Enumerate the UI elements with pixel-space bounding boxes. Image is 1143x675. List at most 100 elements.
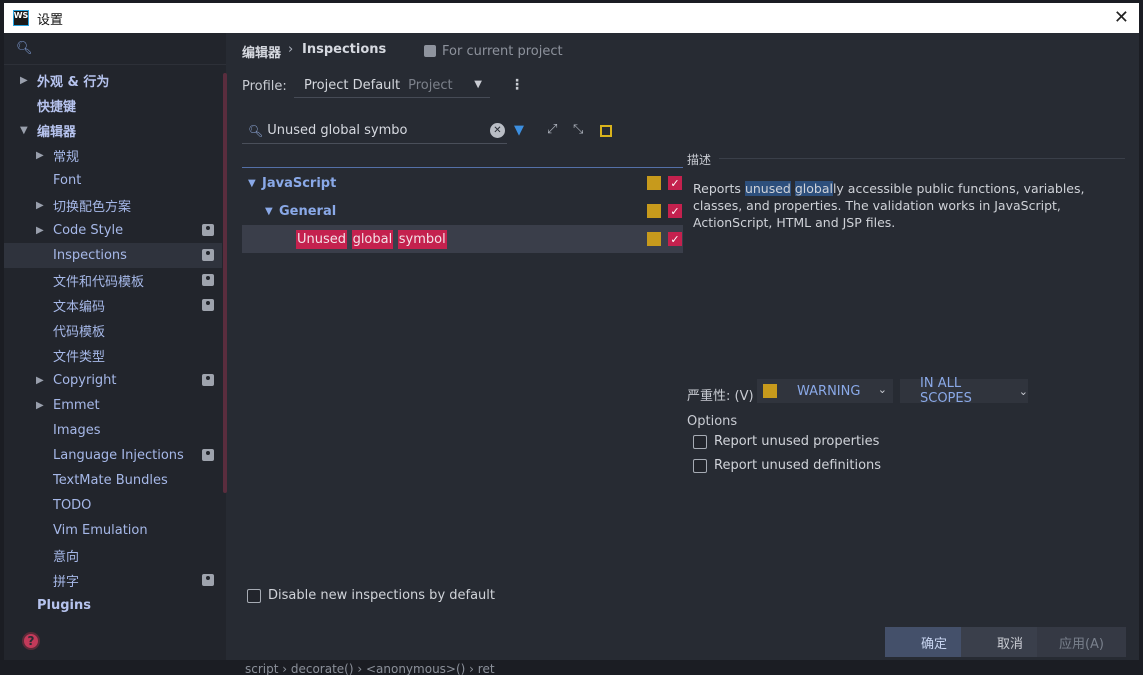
sidebar-item[interactable]: ▶ 切换配色方案 bbox=[4, 193, 222, 218]
chevron-right-icon[interactable]: ▶ bbox=[20, 75, 28, 86]
chevron-right-icon[interactable]: ▶ bbox=[36, 225, 44, 236]
project-scope-icon bbox=[202, 299, 214, 311]
checkbox-label: Disable new inspections by default bbox=[268, 588, 496, 603]
search-icon: 🔍︎ bbox=[248, 123, 264, 138]
sidebar-item[interactable]: Font bbox=[4, 168, 222, 193]
severity-scope-value: IN ALL SCOPES bbox=[920, 376, 972, 406]
sidebar-search[interactable]: 🔍︎ bbox=[4, 33, 226, 65]
checkbox-label: Report unused definitions bbox=[714, 458, 882, 473]
more-options-icon[interactable]: ⋮ bbox=[510, 77, 524, 93]
tree-divider bbox=[242, 167, 683, 168]
chevron-down-icon: ⌄ bbox=[877, 383, 887, 396]
sidebar-item[interactable]: Inspections bbox=[4, 243, 222, 268]
options-title: Options bbox=[687, 414, 738, 429]
description-highlight: unused bbox=[744, 181, 791, 196]
report-unused-properties-checkbox[interactable]: Report unused properties bbox=[693, 434, 879, 449]
enabled-checkbox[interactable]: ✓ bbox=[668, 176, 682, 190]
chevron-down-icon[interactable]: ▼ bbox=[265, 206, 273, 217]
project-scope-icon bbox=[202, 374, 214, 386]
filter-icon[interactable]: ▼ bbox=[514, 123, 524, 138]
sidebar-item-label: 快捷键 bbox=[37, 100, 77, 115]
breadcrumb-parent[interactable]: 编辑器 bbox=[242, 42, 281, 61]
close-icon[interactable]: ✕ bbox=[1114, 7, 1129, 28]
sidebar-item[interactable]: ▶ 外观 & 行为 bbox=[4, 68, 222, 93]
tree-row-unused-global-symbol[interactable]: Unused global symbol ✓ bbox=[242, 225, 683, 253]
sidebar-item[interactable]: TextMate Bundles bbox=[4, 468, 222, 493]
sidebar-item-label: Vim Emulation bbox=[53, 523, 148, 538]
sidebar-item[interactable]: Plugins bbox=[4, 593, 222, 618]
sidebar-item[interactable]: 意向 bbox=[4, 543, 222, 568]
code-breadcrumbs: script › decorate() › <anonymous>() › re… bbox=[245, 662, 495, 675]
scope-label: For current project bbox=[442, 44, 563, 59]
chevron-right-icon[interactable]: ▶ bbox=[36, 200, 44, 211]
severity-warning-icon bbox=[647, 204, 661, 218]
chevron-right-icon[interactable]: ▶ bbox=[36, 375, 44, 386]
profile-scope: Project bbox=[408, 78, 453, 93]
window-title: 设置 bbox=[37, 12, 64, 28]
profile-select[interactable]: Project Default Project ▼ bbox=[294, 74, 490, 98]
sidebar-item[interactable]: 代码模板 bbox=[4, 318, 222, 343]
chevron-down-icon: ⌄ bbox=[1018, 384, 1028, 398]
description-text: Reports unused globally accessible publi… bbox=[693, 180, 1113, 231]
collapse-all-icon[interactable]: ⤡ bbox=[573, 122, 583, 137]
sidebar-item[interactable]: ▼ 编辑器 bbox=[4, 118, 222, 143]
match-highlight: Unused bbox=[296, 229, 348, 249]
chevron-down-icon[interactable]: ▼ bbox=[248, 178, 256, 189]
sidebar-item[interactable]: 文件类型 bbox=[4, 343, 222, 368]
tree-row-javascript[interactable]: ▼ JavaScript ✓ bbox=[242, 169, 683, 197]
sidebar-item-label: 外观 & 行为 bbox=[37, 75, 110, 90]
sidebar-item-label: Emmet bbox=[53, 398, 100, 413]
project-scope-icon bbox=[202, 274, 214, 286]
sidebar-item[interactable]: ▶ Copyright bbox=[4, 368, 222, 393]
help-icon[interactable]: ? bbox=[22, 632, 40, 650]
severity-select[interactable]: WARNING ⌄ bbox=[757, 379, 893, 403]
sidebar-item-label: Code Style bbox=[53, 223, 124, 238]
sidebar-item-label: TODO bbox=[53, 498, 92, 513]
sidebar-scrollbar[interactable] bbox=[223, 73, 227, 493]
checkbox-box[interactable] bbox=[693, 434, 707, 449]
sidebar-item[interactable]: 文本编码 bbox=[4, 293, 222, 318]
enabled-checkbox[interactable]: ✓ bbox=[668, 232, 682, 246]
project-scope-icon bbox=[202, 224, 214, 236]
sidebar-item[interactable]: ▶ 常规 bbox=[4, 143, 222, 168]
expand-all-icon[interactable]: ⤢ bbox=[547, 122, 557, 137]
severity-value: WARNING bbox=[797, 383, 861, 399]
disable-new-inspections-checkbox[interactable]: Disable new inspections by default bbox=[247, 588, 495, 603]
chevron-right-icon[interactable]: ▶ bbox=[36, 150, 44, 161]
inspection-search-input[interactable]: 🔍︎ Unused global symbo ✕ bbox=[242, 118, 507, 144]
sidebar-item[interactable]: 拼字 bbox=[4, 568, 222, 593]
sidebar-item[interactable]: 文件和代码模板 bbox=[4, 268, 222, 293]
project-scope-icon bbox=[202, 574, 214, 586]
sidebar-item[interactable]: ▶ Emmet bbox=[4, 393, 222, 418]
tree-row-general[interactable]: ▼ General ✓ bbox=[242, 197, 683, 225]
sidebar-item[interactable]: Images bbox=[4, 418, 222, 443]
enabled-checkbox[interactable]: ✓ bbox=[668, 204, 682, 218]
apply-button[interactable]: 应用(A) bbox=[1037, 627, 1126, 657]
chevron-down-icon: ▼ bbox=[474, 79, 482, 90]
clear-search-icon[interactable]: ✕ bbox=[490, 123, 505, 138]
reset-highlight-icon[interactable] bbox=[600, 125, 612, 137]
sidebar-item[interactable]: Language Injections bbox=[4, 443, 222, 468]
sidebar-item[interactable]: Vim Emulation bbox=[4, 518, 222, 543]
sidebar-item-label: 意向 bbox=[53, 550, 80, 565]
checkbox-label: Report unused properties bbox=[714, 434, 880, 449]
sidebar-item-label: Font bbox=[53, 173, 82, 188]
project-scope-icon bbox=[202, 449, 214, 461]
sidebar-item[interactable]: 快捷键 bbox=[4, 93, 222, 118]
severity-warning-icon bbox=[647, 232, 661, 246]
sidebar-item[interactable]: TODO bbox=[4, 493, 222, 518]
sidebar-item-label: 切换配色方案 bbox=[53, 200, 132, 215]
severity-scope-select[interactable]: IN ALL SCOPES ⌄ bbox=[900, 376, 1028, 406]
search-value: Unused global symbo bbox=[267, 123, 408, 138]
checkbox-box[interactable] bbox=[693, 458, 707, 473]
checkbox-box[interactable] bbox=[247, 588, 261, 603]
chevron-right-icon[interactable]: ▶ bbox=[36, 400, 44, 411]
description-title: 描述 bbox=[687, 153, 712, 167]
sidebar-item-label: 常规 bbox=[53, 150, 80, 165]
sidebar-item[interactable]: ▶ Code Style bbox=[4, 218, 222, 243]
chevron-down-icon[interactable]: ▼ bbox=[20, 125, 28, 136]
webstorm-logo-icon: WS bbox=[13, 10, 29, 26]
sidebar-item-label: 文件类型 bbox=[53, 350, 106, 365]
report-unused-definitions-checkbox[interactable]: Report unused definitions bbox=[693, 458, 881, 473]
settings-sidebar: 🔍︎ ▶ 外观 & 行为 快捷键 ▼ 编辑器 ▶ 常规 Font ▶ 切换配色方案 ▶ Code St… bbox=[4, 33, 227, 660]
